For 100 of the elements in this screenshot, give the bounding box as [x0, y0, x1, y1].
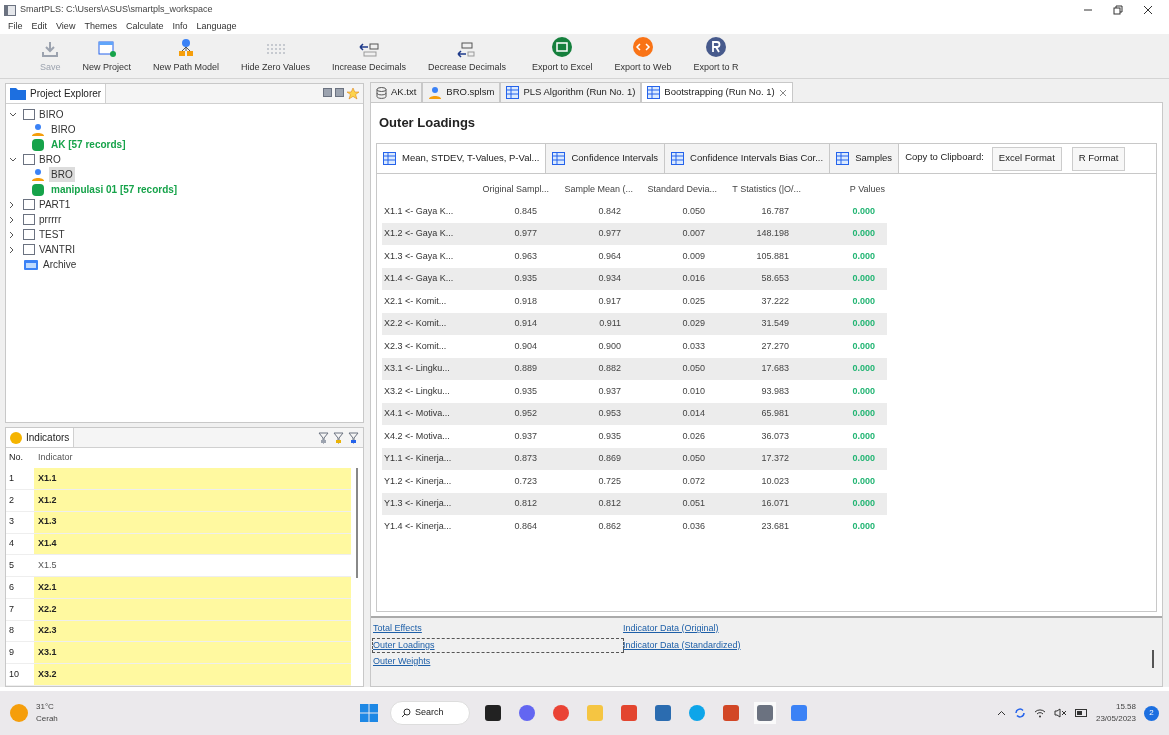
result-tab[interactable]: Confidence Intervals [546, 144, 666, 173]
tree-item[interactable]: BIRO [49, 122, 78, 137]
filter-icon[interactable] [348, 431, 359, 444]
table-cell-text: 37.222 [760, 294, 790, 308]
menu-item[interactable]: Calculate [125, 20, 164, 34]
chevron-down-icon[interactable] [9, 111, 19, 118]
taskbar-app-icon[interactable] [482, 702, 504, 724]
increase-decimals-icon [357, 41, 380, 58]
scrollbar-thumb[interactable] [356, 468, 358, 578]
menu-item[interactable]: Themes [84, 20, 117, 34]
table-cell-text: 0.911 [598, 317, 622, 330]
tree-item[interactable]: VANTRI [39, 242, 75, 257]
column-header: Sample Mean (... [563, 183, 634, 197]
tree-item[interactable]: TEST [39, 227, 65, 242]
menu-item[interactable]: View [56, 20, 76, 34]
row-number: 5 [8, 559, 15, 572]
filter-icon[interactable] [318, 431, 329, 444]
row-label: Y1.3 <- Kinerja... [383, 497, 453, 510]
result-link[interactable]: Indicator Data (Original) [623, 622, 741, 636]
clock-time: 15.58 [1115, 701, 1136, 713]
menu-item[interactable]: Edit [31, 20, 48, 34]
menu-item[interactable]: Info [172, 20, 188, 34]
result-link[interactable]: Indicator Data (Standardized) [623, 638, 741, 652]
chevron-down-icon[interactable] [9, 156, 19, 163]
table-cell[interactable]: X2.1 [34, 577, 351, 598]
toolbar-button[interactable]: Increase Decimals [331, 41, 406, 74]
table-cell-text: 0.977 [513, 227, 538, 240]
restore-icon[interactable] [1113, 5, 1123, 15]
table-cell-text: 0.033 [681, 339, 706, 353]
clipboard-label: Copy to Clipboard: [904, 150, 984, 164]
table-cell-text: 0.842 [597, 204, 622, 218]
close-icon[interactable] [1143, 5, 1153, 15]
tree-item[interactable]: Archive [43, 257, 77, 272]
battery-icon[interactable] [1074, 709, 1088, 717]
table-cell[interactable]: X1.4 [34, 533, 351, 555]
temperature: 31°C [36, 701, 55, 713]
tree-item[interactable]: BRO [39, 152, 61, 167]
search-icon [401, 708, 411, 718]
row-label: X1.1 <- Gaya K... [383, 204, 455, 218]
menu-item[interactable]: File [8, 20, 23, 34]
minimize-panel-icon[interactable] [323, 87, 332, 97]
project-folder-icon [23, 199, 35, 210]
toolbar-button[interactable]: New Project [82, 39, 132, 74]
table-cell[interactable]: X3.1 [34, 642, 351, 664]
window-title: SmartPLS: C:\Users\ASUS\smartpls_workspace [20, 3, 213, 17]
wifi-icon[interactable] [1033, 708, 1046, 718]
result-link[interactable]: Outer Loadings [373, 638, 623, 652]
toolbar-button[interactable]: Decrease Decimals [428, 41, 506, 74]
tree-item[interactable]: BIRO [39, 107, 64, 122]
toolbar-button[interactable]: New Path Model [153, 37, 220, 74]
search-button[interactable]: Search [390, 701, 470, 725]
person-icon [31, 167, 45, 182]
scrollbar-thumb[interactable] [1152, 650, 1154, 668]
result-link[interactable]: Outer Weights [373, 655, 623, 669]
result-link[interactable]: Total Effects [373, 622, 623, 636]
table-cell-text: 0.873 [513, 452, 538, 465]
table-cell[interactable]: X2.2 [34, 598, 351, 620]
editor-tab[interactable]: BRO.splsm [422, 82, 501, 102]
column-header: P Values [848, 183, 885, 197]
sync-icon[interactable] [1013, 707, 1026, 719]
result-tab[interactable]: Samples [830, 144, 900, 173]
table-cell-text: 0.952 [513, 407, 538, 420]
table-cell-text: 0.072 [681, 474, 706, 488]
muted-speaker-icon[interactable] [1053, 708, 1067, 718]
copy-button[interactable]: R Format [1071, 146, 1126, 171]
row-number: 7 [8, 602, 15, 616]
menu-item[interactable]: Language [196, 20, 237, 34]
result-tab[interactable]: Confidence Intervals Bias Cor... [665, 144, 831, 173]
chevron-up-icon[interactable] [996, 710, 1006, 716]
toolbar-button[interactable]: Export to Excel [532, 35, 593, 74]
column-header: No. [8, 451, 24, 465]
table-cell-text: 0.934 [597, 272, 622, 285]
editor-tab[interactable]: AK.txt [370, 82, 423, 102]
toolbar-button[interactable]: Export to Web [614, 35, 672, 74]
table-cell[interactable]: X1.1 [34, 468, 351, 490]
maximize-panel-icon[interactable] [335, 87, 344, 97]
star-icon[interactable] [347, 87, 359, 100]
filter-icon[interactable] [333, 431, 344, 444]
table-cell-text: 0.029 [681, 317, 706, 330]
toolbar-button[interactable]: Hide Zero Values [241, 41, 310, 74]
row-label: X4.2 <- Motiva... [383, 429, 451, 443]
table-cell-text: 0.862 [597, 519, 622, 533]
row-number: 9 [8, 646, 15, 660]
toolbar-button[interactable]: Export to R [693, 35, 739, 74]
notification-badge[interactable]: 2 [1144, 705, 1159, 721]
table-cell-text: 0.918 [513, 294, 538, 308]
table-cell-text: 17.372 [760, 452, 790, 465]
table-cell[interactable]: X1.2 [34, 490, 351, 511]
editor-tab[interactable]: PLS Algorithm (Run No. 1) [500, 82, 642, 102]
table-cell[interactable]: X2.3 [34, 620, 351, 642]
copy-button[interactable]: Excel Format [991, 146, 1062, 171]
table-cell-text: 0.000 [851, 249, 876, 263]
tree-item[interactable]: PART1 [39, 197, 71, 212]
editor-tab[interactable]: Bootstrapping (Run No. 1) [641, 82, 793, 102]
tree-item[interactable]: BRO [49, 167, 75, 182]
table-cell[interactable]: X3.2 [34, 664, 351, 685]
table-cell-text: 0.977 [597, 227, 622, 240]
table-cell[interactable]: X1.3 [34, 511, 351, 533]
tree-item[interactable]: prrrrr [39, 212, 62, 227]
table-cell-text: 0.812 [597, 497, 622, 510]
